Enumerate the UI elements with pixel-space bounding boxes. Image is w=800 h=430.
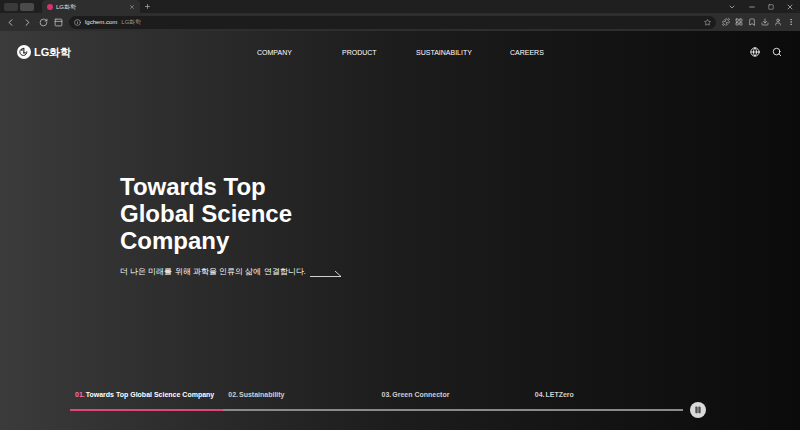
window-controls — [728, 0, 800, 13]
slide-label: Sustainability — [239, 390, 285, 399]
address-url: lgchem.com — [85, 19, 117, 25]
slide-tab-1[interactable]: 01.Towards Top Global Science Company — [70, 390, 223, 399]
plus-icon — [144, 3, 151, 10]
slide-number: 01. — [75, 390, 85, 399]
thumbnail-icon[interactable] — [4, 3, 18, 11]
slide-tab-4[interactable]: 04.LETZero — [530, 390, 683, 399]
hero-headline: Towards TopGlobal ScienceCompany — [120, 173, 800, 254]
address-bar[interactable]: lgchem.com LG화학 — [69, 16, 716, 29]
hero-subtitle-row: 더 나은 미래를 위해 과학을 인류의 삶에 연결합니다. — [120, 266, 800, 277]
slide-tabs: 01.Towards Top Global Science Company02.… — [70, 390, 683, 399]
progress-segment — [530, 409, 683, 411]
slide-tab-2[interactable]: 02.Sustainability — [223, 390, 376, 399]
hero-subtitle: 더 나은 미래를 위해 과학을 인류의 삶에 연결합니다. — [120, 266, 306, 277]
tab-title: LG화학 — [56, 4, 126, 10]
bookmarks-icon[interactable] — [748, 18, 756, 26]
address-title: LG화학 — [121, 19, 141, 25]
slide-tab-3[interactable]: 03.Green Connector — [377, 390, 530, 399]
slide-label: Towards Top Global Science Company — [86, 390, 215, 399]
careers-link[interactable]: CAREERS — [510, 49, 544, 56]
close-tab-icon[interactable] — [129, 4, 135, 10]
header-actions — [750, 47, 782, 57]
progress-row — [70, 402, 800, 418]
back-icon[interactable] — [5, 17, 16, 28]
reload-icon[interactable] — [39, 18, 48, 27]
hero-content: Towards TopGlobal ScienceCompany 더 나은 미래를… — [0, 73, 800, 277]
screen: LG화학 lgchem.com LG화학 LG화학 COMPANYPRODUCTSUST… — [0, 0, 800, 430]
extensions-icon[interactable] — [722, 18, 730, 26]
progress-segment — [223, 409, 376, 411]
slide-label: LETZero — [545, 390, 573, 399]
tab-thumbnails — [0, 0, 42, 13]
site-header: LG화학 COMPANYPRODUCTSUSTAINABILITYCAREERS — [0, 31, 800, 73]
main-nav: COMPANYPRODUCTSUSTAINABILITYCAREERS — [257, 49, 544, 56]
toolbar: lgchem.com LG화학 — [0, 13, 800, 31]
lg-emblem-icon — [17, 45, 31, 59]
tab-strip: LG화학 — [0, 0, 800, 13]
minimize-icon[interactable] — [748, 3, 756, 11]
progress-segment — [70, 409, 223, 411]
forward-icon[interactable] — [22, 17, 33, 28]
apps-icon[interactable] — [735, 18, 743, 26]
progress-fill — [70, 409, 223, 411]
headline-line: Towards Top — [120, 173, 800, 200]
progress-segment — [377, 409, 530, 411]
hero: LG화학 COMPANYPRODUCTSUSTAINABILITYCAREERS T… — [0, 31, 800, 430]
extensions — [722, 18, 795, 26]
company-link[interactable]: COMPANY — [257, 49, 342, 56]
new-tab-button[interactable] — [140, 0, 154, 13]
slide-controls: 01.Towards Top Global Science Company02.… — [0, 390, 800, 430]
sustainability-link[interactable]: SUSTAINABILITY — [416, 49, 510, 56]
headline-line: Company — [120, 227, 800, 254]
language-icon[interactable] — [750, 47, 760, 57]
slide-number: 04. — [535, 390, 545, 399]
headline-line: Global Science — [120, 200, 800, 227]
close-window-icon[interactable] — [786, 3, 794, 11]
favicon-icon — [47, 4, 53, 10]
logo[interactable]: LG화학 — [17, 45, 257, 59]
maximize-icon[interactable] — [768, 4, 774, 10]
download-icon[interactable] — [761, 18, 769, 26]
site-info-icon[interactable] — [74, 19, 81, 26]
pause-icon — [694, 406, 702, 414]
slide-label: Green Connector — [392, 390, 449, 399]
profile-icon[interactable] — [774, 18, 782, 26]
tab-search-icon[interactable] — [728, 3, 736, 11]
tab-icon[interactable] — [54, 18, 63, 27]
thumbnail-icon[interactable] — [20, 3, 34, 11]
slide-number: 03. — [382, 390, 392, 399]
menu-icon[interactable] — [787, 18, 795, 26]
arrow-icon[interactable] — [310, 269, 342, 277]
search-icon[interactable] — [772, 47, 782, 57]
bookmark-star-icon[interactable] — [704, 19, 711, 26]
slide-number: 02. — [228, 390, 238, 399]
progress-track — [70, 409, 683, 411]
browser-tab[interactable]: LG화학 — [42, 0, 140, 13]
logo-text: LG화학 — [34, 47, 71, 58]
spacer — [154, 0, 728, 13]
play-pause-button[interactable] — [690, 402, 706, 418]
product-link[interactable]: PRODUCT — [342, 49, 416, 56]
